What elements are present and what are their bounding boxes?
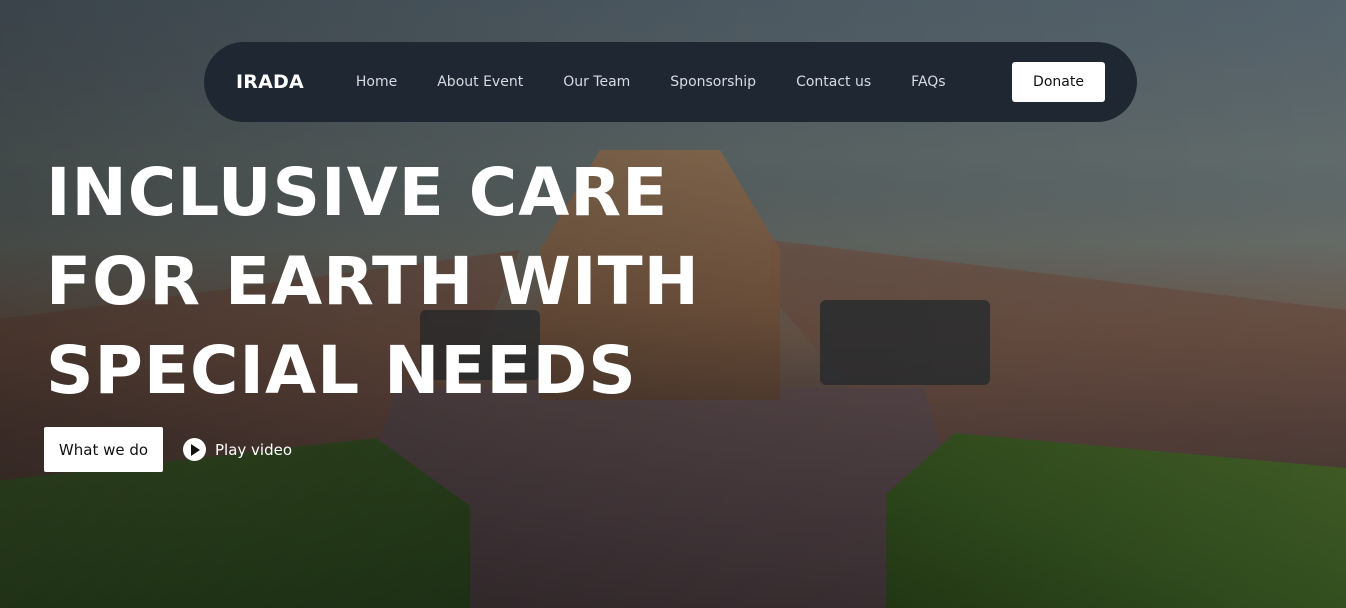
what-we-do-button[interactable]: What we do: [44, 427, 163, 472]
nav-link-about-event[interactable]: About Event: [437, 74, 523, 90]
nav-link-contact-us[interactable]: Contact us: [796, 74, 871, 90]
donate-button[interactable]: Donate: [1012, 62, 1105, 102]
brand-logo[interactable]: IRADA: [236, 71, 304, 93]
nav-link-faqs[interactable]: FAQs: [911, 74, 945, 90]
nav-link-sponsorship[interactable]: Sponsorship: [670, 74, 756, 90]
play-circle-icon[interactable]: [183, 438, 206, 461]
hero-title-line-2: FOR EARTH WITH: [46, 243, 700, 320]
nav-links: Home About Event Our Team Sponsorship Co…: [356, 74, 946, 90]
hero-title-line-1: INCLUSIVE CARE: [46, 154, 669, 231]
nav-link-our-team[interactable]: Our Team: [563, 74, 630, 90]
nav-link-home[interactable]: Home: [356, 74, 397, 90]
main-navbar: IRADA Home About Event Our Team Sponsors…: [204, 42, 1137, 122]
play-video-button[interactable]: Play video: [183, 438, 292, 461]
hero-title: INCLUSIVE CARE FOR EARTH WITH SPECIAL NE…: [46, 148, 700, 415]
play-video-label: Play video: [215, 440, 293, 459]
hero-cta-row: What we do Play video: [44, 427, 292, 472]
hero-title-line-3: SPECIAL NEEDS: [46, 332, 637, 409]
